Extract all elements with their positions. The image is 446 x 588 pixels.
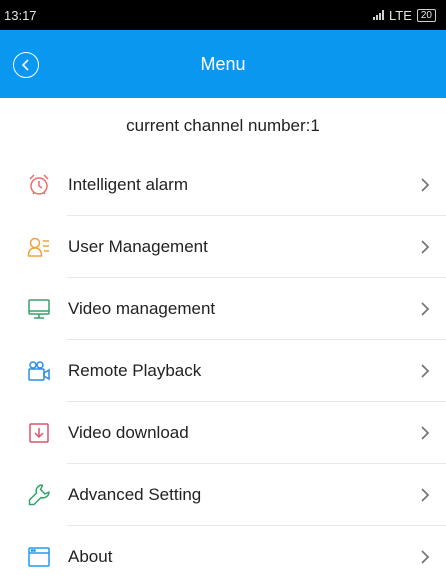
menu-item-advanced-setting[interactable]: Advanced Setting <box>0 464 446 526</box>
menu-item-label: Intelligent alarm <box>68 175 189 194</box>
chevron-right-icon <box>420 424 432 442</box>
download-icon <box>27 421 51 445</box>
chevron-right-icon <box>420 486 432 504</box>
user-list-icon <box>27 235 51 259</box>
menu-item-intelligent-alarm[interactable]: Intelligent alarm <box>0 154 446 216</box>
back-button[interactable] <box>13 52 39 78</box>
signal-icon <box>372 10 384 20</box>
wrench-icon <box>27 483 51 507</box>
battery-icon: 20 <box>416 8 436 22</box>
page-title: Menu <box>200 53 246 74</box>
window-icon <box>27 545 51 569</box>
menu-item-video-download[interactable]: Video download <box>0 402 446 464</box>
menu-item-label: About <box>68 547 113 566</box>
chevron-right-icon <box>420 176 432 194</box>
menu-item-label: Remote Playback <box>68 361 202 380</box>
status-time: 13:17 <box>4 7 37 23</box>
chevron-right-icon <box>420 362 432 380</box>
menu-item-user-management[interactable]: User Management <box>0 216 446 278</box>
network-type: LTE <box>388 7 412 23</box>
menu-item-label: Video download <box>68 423 189 442</box>
monitor-icon <box>27 297 51 321</box>
status-bar: 13:17 LTE 20 <box>0 0 446 30</box>
channel-info: current channel number:1 <box>126 116 320 135</box>
menu-item-label: Video management <box>68 299 216 318</box>
alarm-clock-icon <box>27 173 51 197</box>
menu-item-label: Advanced Setting <box>68 485 202 504</box>
menu-list: Intelligent alarm User Management Video … <box>0 154 446 588</box>
menu-item-label: User Management <box>68 237 208 256</box>
chevron-right-icon <box>420 300 432 318</box>
chevron-right-icon <box>420 548 432 566</box>
menu-item-video-management[interactable]: Video management <box>0 278 446 340</box>
chevron-left-icon <box>21 59 29 71</box>
chevron-right-icon <box>420 238 432 256</box>
video-camera-icon <box>27 359 51 383</box>
app-header: Menu <box>0 30 446 98</box>
menu-item-about[interactable]: About <box>0 526 446 588</box>
status-indicators: LTE 20 <box>372 7 436 23</box>
menu-item-remote-playback[interactable]: Remote Playback <box>0 340 446 402</box>
